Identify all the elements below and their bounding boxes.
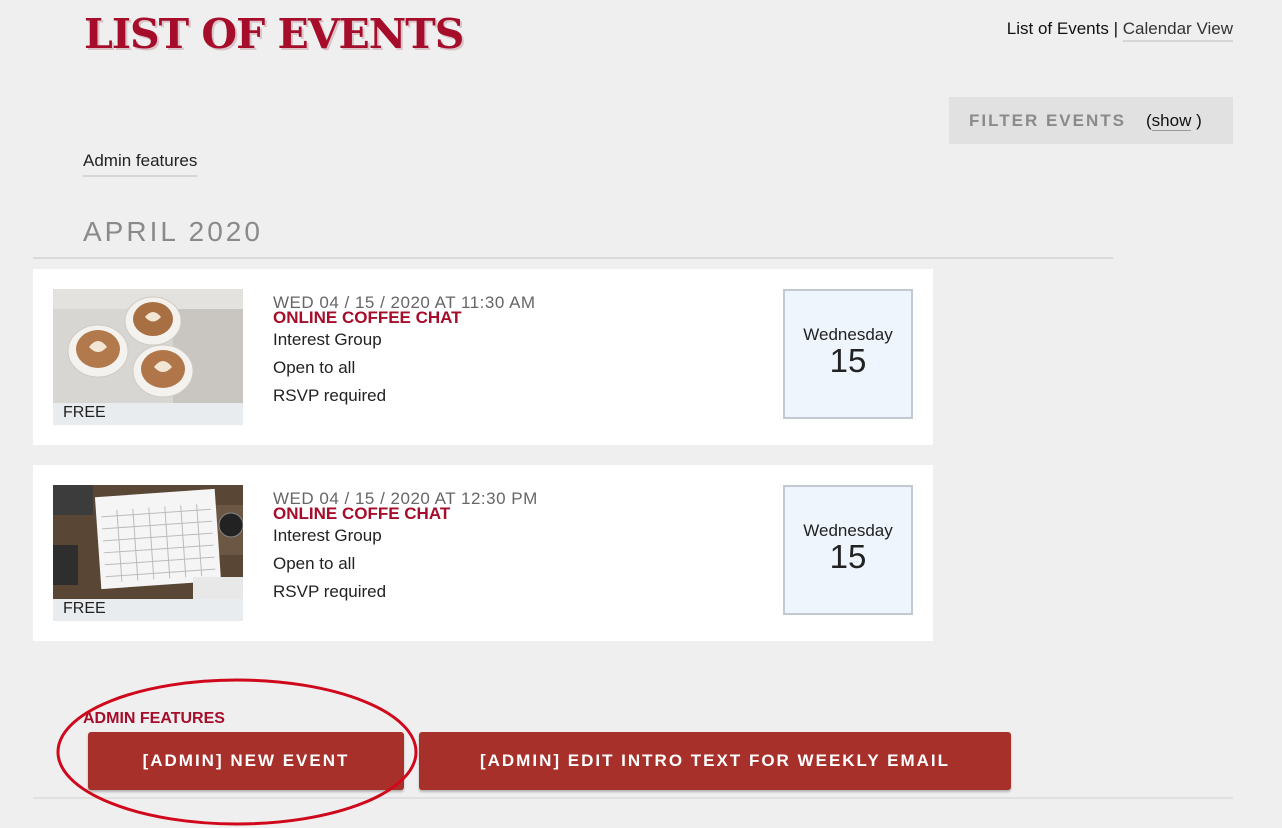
event-card[interactable]: FREE WED 04 / 15 / 2020 AT 11:30 AM ONLI… bbox=[33, 269, 933, 445]
filter-events-panel[interactable]: FILTER EVENTS (show ) bbox=[949, 97, 1233, 144]
price-label: FREE bbox=[63, 404, 106, 421]
month-heading: APRIL 2020 bbox=[83, 216, 263, 247]
calendar-view-link[interactable]: Calendar View bbox=[1122, 19, 1233, 42]
admin-features-link[interactable]: Admin features bbox=[83, 151, 198, 177]
month-divider bbox=[33, 257, 1113, 259]
bottom-divider bbox=[33, 797, 1233, 799]
event-date-box: Wednesday 15 bbox=[783, 289, 913, 419]
event-title[interactable]: ONLINE COFFEE CHAT bbox=[273, 308, 462, 328]
filter-events-label: FILTER EVENTS bbox=[969, 110, 1126, 130]
view-switcher: List of Events | Calendar View bbox=[1007, 19, 1233, 42]
event-day-number: 15 bbox=[829, 538, 867, 575]
nav-separator: | bbox=[1113, 19, 1118, 38]
event-category: Interest Group bbox=[273, 330, 382, 349]
event-rsvp: RSVP required bbox=[273, 386, 387, 405]
coffee-cups-image bbox=[53, 289, 243, 403]
event-title[interactable]: ONLINE COFFE CHAT bbox=[273, 504, 450, 524]
new-event-button[interactable]: [ADMIN] NEW EVENT bbox=[88, 732, 404, 790]
event-card[interactable]: FREE WED 04 / 15 / 2020 AT 12:30 PM ONLI… bbox=[33, 465, 933, 641]
event-thumbnail[interactable]: FREE bbox=[53, 289, 243, 425]
event-date-box: Wednesday 15 bbox=[783, 485, 913, 615]
page-title: LIST OF EVENTS bbox=[84, 10, 464, 58]
price-label: FREE bbox=[63, 600, 106, 617]
desk-calendar-image bbox=[53, 485, 243, 599]
edit-intro-text-button[interactable]: [ADMIN] EDIT INTRO TEXT FOR WEEKLY EMAIL bbox=[419, 732, 1011, 790]
event-day-number: 15 bbox=[829, 342, 867, 379]
event-rsvp: RSVP required bbox=[273, 582, 387, 601]
event-audience: Open to all bbox=[273, 358, 356, 377]
event-audience: Open to all bbox=[273, 554, 356, 573]
list-view-link[interactable]: List of Events bbox=[1007, 19, 1109, 38]
filter-show-toggle[interactable]: (show ) bbox=[1146, 110, 1202, 131]
event-category: Interest Group bbox=[273, 526, 382, 545]
event-thumbnail[interactable]: FREE bbox=[53, 485, 243, 621]
admin-features-heading: ADMIN FEATURES bbox=[83, 710, 225, 727]
filter-show-link[interactable]: show bbox=[1151, 110, 1192, 131]
